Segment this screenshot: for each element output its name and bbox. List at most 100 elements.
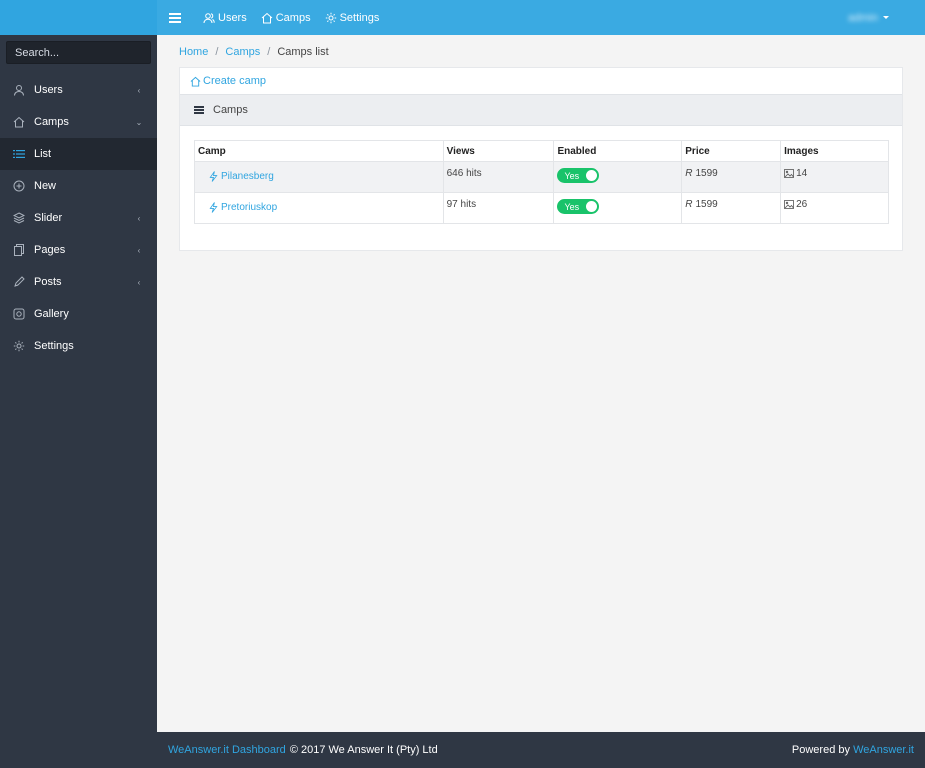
column-header-enabled[interactable]: Enabled xyxy=(553,140,683,162)
views-cell: 646 hits xyxy=(442,161,555,193)
sidebar-item-label: Slider xyxy=(34,212,63,224)
create-camp-label: Create camp xyxy=(203,75,266,87)
enabled-cell: Yes xyxy=(553,192,683,224)
enabled-toggle[interactable]: Yes xyxy=(557,199,600,214)
gear-icon xyxy=(325,12,336,23)
footer-brand-link[interactable]: WeAnswer.it Dashboard xyxy=(168,744,286,756)
price-value: 1599 xyxy=(695,168,718,179)
breadcrumb: Home / Camps / Camps list xyxy=(179,46,329,58)
card-header-title: Camps xyxy=(213,104,248,116)
footer-powered: Powered by WeAnswer.it xyxy=(792,744,914,756)
sidebar-item-label: New xyxy=(34,180,57,192)
price-cell: R 1599 xyxy=(681,161,782,193)
views-cell: 97 hits xyxy=(442,192,555,224)
caret-down-icon xyxy=(883,16,889,19)
home-icon xyxy=(190,76,201,87)
topnav-camps-label: Camps xyxy=(275,11,311,24)
sidebar-item-list[interactable]: List xyxy=(0,138,157,170)
sidebar: Users ‹ Camps ⌄ List New Slider ‹ Pages … xyxy=(0,0,157,768)
currency-symbol: R xyxy=(685,168,693,179)
footer-powered-link[interactable]: WeAnswer.it xyxy=(853,744,914,756)
camps-card: Create camp Camps Camp Views Enabled Pri… xyxy=(179,67,903,251)
table-header-row: Camp Views Enabled Price Images xyxy=(194,140,889,162)
layers-icon xyxy=(13,212,25,224)
sidebar-item-label: List xyxy=(34,148,52,160)
chevron-left-icon: ‹ xyxy=(137,85,141,95)
breadcrumb-camps[interactable]: Camps xyxy=(225,46,260,58)
chevron-left-icon: ‹ xyxy=(137,213,141,223)
camp-name: Pilanesberg xyxy=(221,171,274,182)
user-name: admin xyxy=(848,11,878,24)
sidebar-item-label: Camps xyxy=(34,116,69,128)
breadcrumb-separator: / xyxy=(215,46,219,58)
footer-copyright: © 2017 We Answer It (Pty) Ltd xyxy=(289,744,438,756)
sidebar-search xyxy=(0,35,157,68)
sidebar-item-gallery[interactable]: Gallery xyxy=(0,298,157,330)
sidebar-item-posts[interactable]: Posts ‹ xyxy=(0,266,157,298)
search-input[interactable] xyxy=(6,41,151,64)
sidebar-item-users[interactable]: Users ‹ xyxy=(0,74,157,106)
hamburger-menu-icon[interactable] xyxy=(169,12,181,23)
card-header: Camps xyxy=(180,94,902,126)
images-cell: 26 xyxy=(780,192,889,224)
camps-table: Camp Views Enabled Price Images Pilanesb… xyxy=(194,140,889,224)
sidebar-item-pages[interactable]: Pages ‹ xyxy=(0,234,157,266)
sidebar-item-slider[interactable]: Slider ‹ xyxy=(0,202,157,234)
sidebar-item-camps[interactable]: Camps ⌄ xyxy=(0,106,157,138)
camp-link[interactable]: Pretoriuskop xyxy=(209,202,277,213)
enabled-cell: Yes xyxy=(553,161,683,193)
table-row: Pilanesberg 646 hits Yes R 1599 14 xyxy=(194,161,889,193)
user-icon xyxy=(13,84,25,96)
camp-cell: Pretoriuskop xyxy=(194,192,444,224)
price-cell: R 1599 xyxy=(681,192,782,224)
toggle-label: Yes xyxy=(564,170,580,181)
users-icon xyxy=(203,12,215,23)
sidebar-brand xyxy=(0,0,157,35)
image-icon xyxy=(784,200,795,209)
gear-icon xyxy=(13,340,25,352)
camp-link[interactable]: Pilanesberg xyxy=(209,171,274,182)
topnav-settings-link[interactable]: Settings xyxy=(325,11,380,24)
plus-circle-icon xyxy=(13,180,25,192)
enabled-toggle[interactable]: Yes xyxy=(557,168,600,183)
images-count: 14 xyxy=(796,168,808,179)
image-icon xyxy=(784,169,795,178)
column-header-views[interactable]: Views xyxy=(442,140,555,162)
chevron-left-icon: ‹ xyxy=(137,277,141,287)
top-navbar: Users Camps Settings admin xyxy=(157,0,925,35)
create-camp-link[interactable]: Create camp xyxy=(190,75,266,87)
sidebar-item-label: Pages xyxy=(34,244,66,256)
breadcrumb-separator: / xyxy=(267,46,271,58)
footer-powered-prefix: Powered by xyxy=(791,744,850,756)
sidebar-item-label: Users xyxy=(34,84,63,96)
user-menu-dropdown[interactable]: admin xyxy=(848,12,889,24)
sidebar-item-label: Settings xyxy=(34,340,74,352)
footer: WeAnswer.it Dashboard © 2017 We Answer I… xyxy=(157,732,925,768)
table-row: Pretoriuskop 97 hits Yes R 1599 26 xyxy=(194,192,889,224)
sidebar-item-new[interactable]: New xyxy=(0,170,157,202)
topnav-users-link[interactable]: Users xyxy=(203,12,247,24)
price-value: 1599 xyxy=(695,199,718,210)
sidebar-item-label: Posts xyxy=(34,276,62,288)
topnav-camps-link[interactable]: Camps xyxy=(261,12,311,24)
breadcrumb-home[interactable]: Home xyxy=(179,46,208,58)
toggle-knob xyxy=(586,170,598,181)
sidebar-item-settings[interactable]: Settings xyxy=(0,330,157,362)
bolt-icon xyxy=(209,202,218,213)
chevron-left-icon: ‹ xyxy=(137,245,141,255)
camp-name: Pretoriuskop xyxy=(221,202,278,213)
column-header-camp[interactable]: Camp xyxy=(194,140,444,162)
pages-icon xyxy=(13,244,25,256)
topnav-settings-label: Settings xyxy=(339,11,380,24)
currency-symbol: R xyxy=(685,199,693,210)
column-header-images[interactable]: Images xyxy=(780,140,889,162)
home-icon xyxy=(261,12,273,23)
toggle-label: Yes xyxy=(564,201,580,212)
column-header-price[interactable]: Price xyxy=(681,140,782,162)
breadcrumb-current: Camps list xyxy=(277,46,329,58)
images-count: 26 xyxy=(796,199,808,210)
toggle-knob xyxy=(586,201,598,212)
card-actions: Create camp xyxy=(180,68,902,94)
images-cell: 14 xyxy=(780,161,889,193)
topnav-users-label: Users xyxy=(218,11,247,24)
